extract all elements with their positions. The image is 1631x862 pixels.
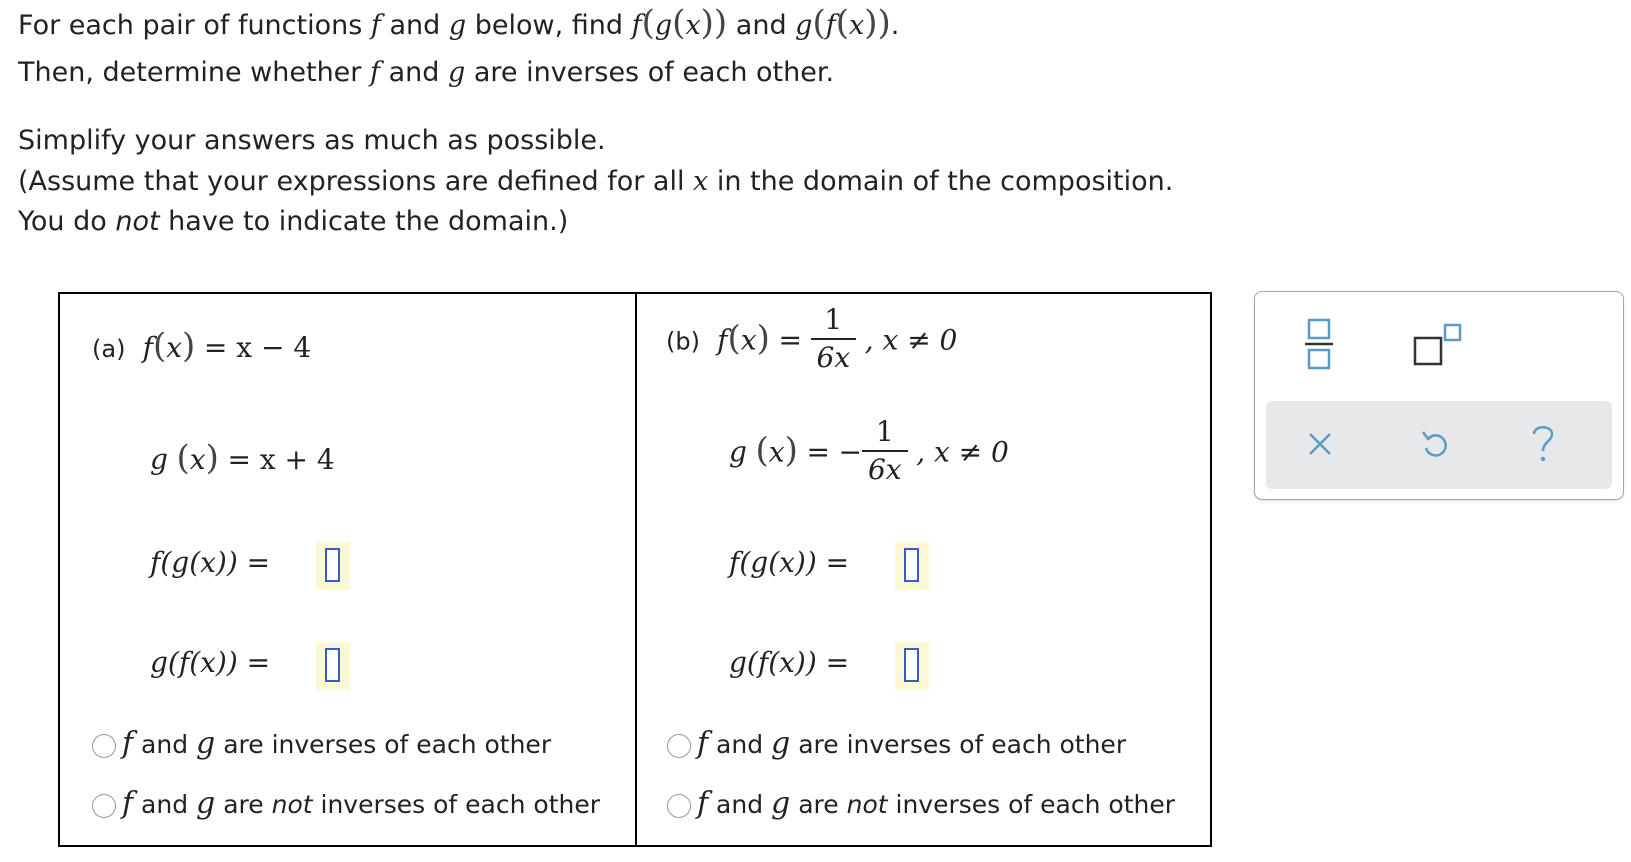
palette-action-bar xyxy=(1266,401,1612,489)
exponent-icon[interactable] xyxy=(1413,322,1463,368)
instruction-line-3: Simplify your answers as much as possibl… xyxy=(18,125,606,156)
clear-icon[interactable] xyxy=(1307,431,1333,457)
part-b-choice-inverses-label[interactable]: f and g are inverses of each other xyxy=(697,726,1126,761)
problem-table: (a) f(x) = x − 4 g (x) = x + 4 f(g(x)) =… xyxy=(58,292,1212,847)
part-a-g-definition: g (x) = x + 4 xyxy=(150,438,335,478)
fraction-icon[interactable] xyxy=(1305,318,1333,370)
instruction-line-1: For each pair of functions f and g below… xyxy=(18,3,900,43)
part-b-f-definition: (b) f(x) = 1 6x , x ≠ 0 xyxy=(666,303,958,375)
math-tool-palette xyxy=(1254,291,1624,500)
part-a-gf-label: g(f(x)) = xyxy=(150,646,271,679)
part-b-gf-answer-input[interactable] xyxy=(895,642,929,690)
part-a-radio-inverses[interactable] xyxy=(92,734,116,758)
part-b-radio-not-inverses[interactable] xyxy=(667,794,691,818)
composition-g-of-f: g(f(x)) xyxy=(795,3,891,43)
part-b-choice-not-inverses-label[interactable]: f and g are not inverses of each other xyxy=(697,786,1175,821)
part-b-fg-answer-input[interactable] xyxy=(895,542,929,590)
instruction-line-2: Then, determine whether f and g are inve… xyxy=(18,57,835,88)
part-a-choice-not-inverses-label[interactable]: f and g are not inverses of each other xyxy=(122,786,600,821)
part-a-gf-answer-input[interactable] xyxy=(316,642,350,690)
instruction-line-5: You do not have to indicate the domain.) xyxy=(18,206,569,237)
part-a-cell: (a) f(x) = x − 4 g (x) = x + 4 f(g(x)) =… xyxy=(60,294,635,845)
part-b-gf-label: g(f(x)) = xyxy=(729,646,850,679)
part-b-radio-inverses[interactable] xyxy=(667,734,691,758)
part-a-f-definition: (a) f(x) = x − 4 xyxy=(92,326,312,366)
part-a-fg-answer-input[interactable] xyxy=(316,542,350,590)
part-b-g-definition: g (x) = −1 6x , x ≠ 0 xyxy=(729,415,1009,487)
part-a-choice-inverses-label[interactable]: f and g are inverses of each other xyxy=(122,726,551,761)
part-a-radio-not-inverses[interactable] xyxy=(92,794,116,818)
undo-icon[interactable] xyxy=(1420,428,1450,460)
instruction-line-4: (Assume that your expressions are define… xyxy=(18,166,1174,197)
part-b-f-fraction: 1 6x xyxy=(810,303,857,375)
part-b-g-fraction: 1 6x xyxy=(861,415,908,487)
help-icon[interactable] xyxy=(1528,421,1558,465)
part-b-cell: (b) f(x) = 1 6x , x ≠ 0 g (x) = −1 6x , x … xyxy=(637,294,1212,845)
part-a-fg-label: f(g(x)) = xyxy=(150,546,271,579)
composition-f-of-g: f(g(x)) xyxy=(631,3,728,43)
part-b-fg-label: f(g(x)) = xyxy=(729,546,850,579)
